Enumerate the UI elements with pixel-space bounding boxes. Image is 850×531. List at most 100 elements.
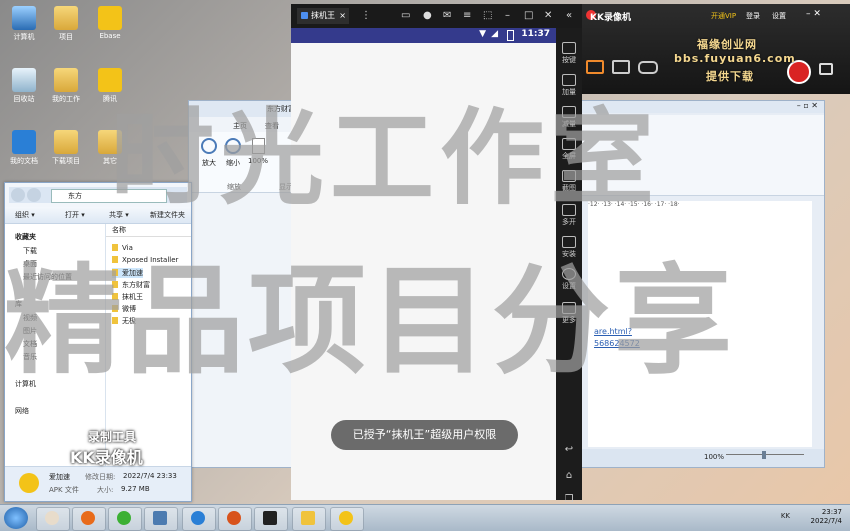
more-menu-icon[interactable]: ⋮ <box>361 10 371 22</box>
folder-icon <box>54 68 78 92</box>
folder-icon <box>54 6 78 30</box>
clock-date: 2022/7/4 <box>810 517 842 525</box>
mail-icon[interactable]: ✉ <box>443 10 451 22</box>
wifi-icon: ▼ <box>479 29 486 39</box>
camera-icon[interactable] <box>819 63 833 75</box>
recycle-bin-icon <box>12 68 36 92</box>
recorder-watermark-line-2: KK录像机 <box>70 448 143 467</box>
desktop-icon-label: 项目 <box>59 33 73 41</box>
screen-record-icon[interactable] <box>586 60 604 74</box>
forward-button[interactable] <box>27 188 41 202</box>
browser-icon <box>191 511 205 525</box>
status-bar: 100% <box>576 449 824 467</box>
close-tab-icon[interactable]: × <box>339 8 346 24</box>
taskbar-app[interactable] <box>218 507 252 531</box>
browser-icon <box>12 130 36 154</box>
signal-icon: ◢ <box>491 29 498 39</box>
emulator-titlebar: 抹机王 × ⋮ ▭ ● ✉ ≡ ⬚ – □ ✕ « <box>291 4 582 28</box>
clock[interactable]: 23:37 2022/7/4 <box>811 508 842 526</box>
desktop-icon-computer[interactable]: 计算机 <box>2 6 46 42</box>
taskbar-app[interactable] <box>72 507 106 531</box>
desktop-icon-label: 计算机 <box>13 33 35 41</box>
details-pane: 爱加速 修改日期: 2022/7/4 23:33 APK 文件 大小: 9.27… <box>5 466 191 501</box>
nav-favorites[interactable]: 收藏夹 <box>15 232 36 242</box>
app-icon <box>98 68 122 92</box>
back-arrow-icon: ↩ <box>564 444 574 455</box>
folder-icon <box>54 130 78 154</box>
vip-link[interactable]: 开通VIP <box>711 11 736 21</box>
watermark-line-2: 精品项目分享 <box>4 252 737 390</box>
android-status-bar: ▼ ◢ 11:37 <box>291 28 556 43</box>
account-icon[interactable]: ● <box>423 10 432 22</box>
watermark-line-1: 时光工作室 <box>110 97 661 219</box>
organize-button[interactable]: 组织 ▾ <box>15 210 35 220</box>
app-icon <box>227 511 241 525</box>
desktop-icon-documents[interactable]: 我的文档 <box>2 130 46 166</box>
taskbar-app[interactable] <box>36 507 70 531</box>
kk-header: KK录像机 开通VIP 登录 设置 – ✕ <box>580 4 850 28</box>
column-header-name[interactable]: 名称 <box>106 224 191 237</box>
list-item[interactable]: Via <box>112 244 133 252</box>
watermark-text: 福缘创业网 <box>697 38 757 51</box>
open-button[interactable]: 打开 ▾ <box>65 210 85 220</box>
app-icon <box>98 6 122 30</box>
apk-icon <box>562 236 576 248</box>
folder-icon <box>301 511 315 525</box>
file-name: Via <box>122 244 133 252</box>
taskbar: KK 23:37 2022/7/4 <box>0 504 850 531</box>
desktop-icon-ebase[interactable]: Ebase <box>88 6 132 40</box>
nav-network[interactable]: 网络 <box>15 406 29 416</box>
window-controls[interactable]: – ✕ <box>806 9 821 19</box>
collapse-sidebar-icon[interactable]: « <box>566 10 572 22</box>
menu-icon[interactable]: ≡ <box>463 10 471 22</box>
details-type: APK 文件 <box>49 486 79 494</box>
back-nav-button[interactable]: ↩ <box>556 444 582 455</box>
taskbar-app[interactable] <box>108 507 142 531</box>
zoom-slider[interactable] <box>726 451 804 462</box>
sidebar-label: 加量 <box>562 88 576 96</box>
details-size: 9.27 MB <box>121 485 150 493</box>
login-link[interactable]: 登录 <box>746 11 760 21</box>
game-record-icon[interactable] <box>638 61 658 74</box>
desktop-icon-label: 下载项目 <box>52 157 80 165</box>
toast-message: 已授予“抹机王”超级用户权限 <box>331 420 518 450</box>
start-button[interactable] <box>4 507 28 529</box>
maximize-icon[interactable]: □ <box>524 10 533 22</box>
battery-icon <box>507 30 514 41</box>
home-nav-button[interactable]: ⌂ <box>556 470 582 481</box>
taskbar-app[interactable] <box>182 507 216 531</box>
taskbar-app[interactable] <box>144 507 178 531</box>
volume-up-button[interactable]: 加量 <box>556 74 582 97</box>
app-icon <box>153 511 167 525</box>
desktop-icon-label: 我的工作 <box>52 95 80 103</box>
close-icon[interactable]: ✕ <box>544 10 552 22</box>
breadcrumb-item: 东方 <box>68 192 82 200</box>
app-icon <box>263 511 277 525</box>
desktop-icon-work[interactable]: 我的工作 <box>44 68 88 104</box>
clock: 11:37 <box>521 29 550 39</box>
sidebar-label: 多开 <box>562 218 576 226</box>
zoom-thumb[interactable] <box>762 451 766 459</box>
details-modified-label: 修改日期: <box>85 473 116 481</box>
sidebar-label: 按键 <box>562 56 576 64</box>
minimize-icon[interactable]: – <box>505 10 510 22</box>
kk-title: KK录像机 <box>590 13 631 23</box>
taskbar-app[interactable] <box>330 507 364 531</box>
tab-app[interactable]: 抹机王 × <box>297 8 349 24</box>
window-record-icon[interactable] <box>612 60 630 74</box>
desktop-icon-download-project[interactable]: 下载项目 <box>44 130 88 166</box>
desktop-icon-recycle-bin[interactable]: 回收站 <box>2 68 46 104</box>
taskbar-app[interactable] <box>254 507 288 531</box>
fullscreen-icon[interactable]: ⬚ <box>483 10 492 22</box>
keymap-button[interactable]: 按键 <box>556 42 582 65</box>
details-modified: 2022/7/4 23:33 <box>123 472 177 480</box>
desktop-icon-project[interactable]: 项目 <box>44 6 88 42</box>
window-controls[interactable]: – ▫ ✕ <box>797 101 818 110</box>
gamepad-icon[interactable]: ▭ <box>401 10 410 22</box>
back-button[interactable] <box>11 188 25 202</box>
app-logo-icon <box>301 12 308 19</box>
taskbar-app[interactable] <box>292 507 326 531</box>
desktop-icon-label: Ebase <box>99 32 121 40</box>
settings-link[interactable]: 设置 <box>772 11 786 21</box>
tray-label[interactable]: KK <box>781 512 790 520</box>
